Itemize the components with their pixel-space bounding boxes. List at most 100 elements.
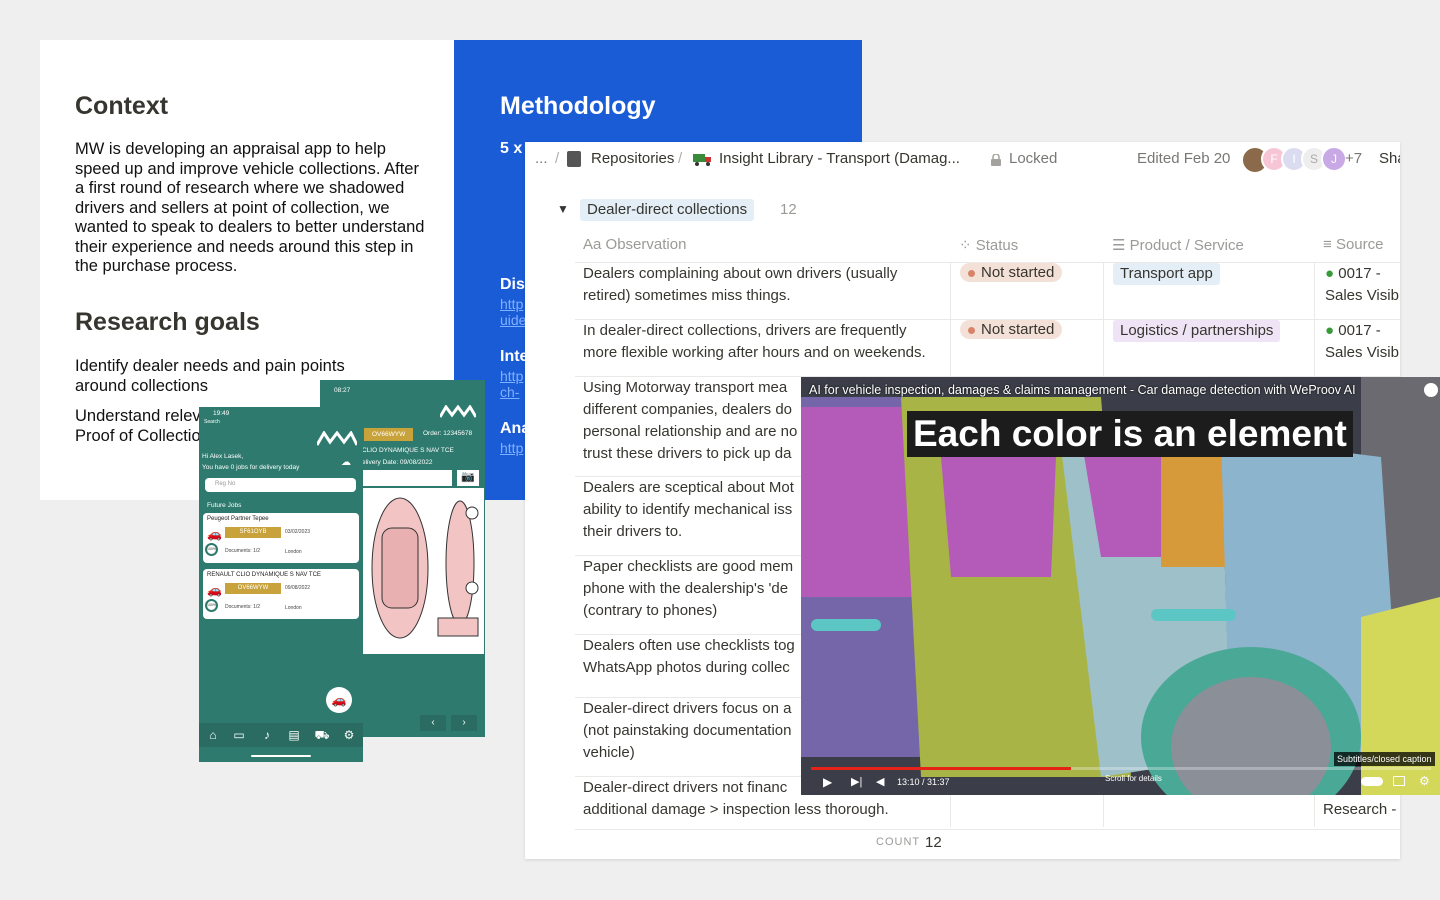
multiselect-property-icon: ☰ [1112,237,1126,254]
cloud-icon[interactable]: ☁ [341,457,351,468]
job-docs: Documents: 1/2 [225,548,261,554]
status-time: 19:49 [213,410,230,417]
discussion-link-2[interactable]: uide [500,312,526,328]
prev-button[interactable]: ‹ [420,715,446,731]
globe-icon: ● [1325,322,1335,339]
reg-search-input[interactable]: Reg No [205,478,356,492]
column-status-label: Status [975,237,1019,254]
next-button[interactable]: › [451,715,477,731]
chat-icon[interactable]: ▤ [284,725,304,745]
order-number: Order: 12345678 [423,430,473,437]
jobs-message: You have 0 jobs for delivery today [202,464,300,471]
status-time: 08:27 [334,387,351,394]
status-text: Not started [981,321,1055,338]
camera-icon[interactable]: 📷 [457,470,479,486]
clock-icon[interactable] [1424,383,1438,397]
count-label: COUNT [876,836,921,848]
job-card[interactable]: RENAULT CLIO DYNAMIQUE S NAV TCE 🚗 OV66W… [203,569,359,619]
column-source-label: Source [1335,236,1384,253]
add-job-button[interactable]: 🚗 [326,687,352,713]
edited-label: Edited Feb 20 [1137,150,1231,167]
reg-plate: OV66WYW [364,428,414,441]
observation-line: additional damage > inspection less thor… [583,801,889,818]
scroll-hint[interactable]: Scroll for details [1105,774,1162,783]
column-product-label: Product / Service [1129,237,1244,254]
next-icon[interactable]: ▶| [851,775,862,788]
observation-line: In dealer-direct collections, drivers ar… [583,322,907,339]
column-status[interactable]: ⁘ Status [959,236,1018,254]
source-cell[interactable]: ● 0017 - Sales Visib [1325,263,1399,307]
job-card[interactable]: Peugeot Partner Tepee 🚗 SF61OYB 03/02/20… [203,513,359,563]
row-observation[interactable]: In dealer-direct collections, drivers ar… [583,320,943,364]
column-source[interactable]: ≡ Source [1323,236,1383,253]
back-search[interactable]: Search [204,419,220,425]
job-date: 03/02/2023 [285,529,311,535]
source-cell[interactable]: ● 0017 - Sales Visib [1325,320,1399,364]
collapse-toggle-icon[interactable]: ▼ [557,202,569,216]
column-observation[interactable]: Aa Observation [583,236,686,253]
product-tag[interactable]: Logistics / partnerships [1113,320,1281,342]
bell-icon[interactable]: ♪ [257,725,277,745]
relation-property-icon: ≡ [1323,236,1332,253]
video-title[interactable]: AI for vehicle inspection, damages & cla… [809,383,1356,397]
progress-ring: 100% [205,599,218,612]
group-count: 12 [780,201,797,218]
goals-title: Research goals [75,308,260,336]
status-dot-icon [968,326,975,334]
context-title: Context [75,92,169,120]
mw-logo-icon [438,404,478,419]
status-badge[interactable]: Not started [960,263,1063,282]
method-item: 5 x [500,140,523,157]
group-label[interactable]: Dealer-direct collections [580,199,755,221]
job-location: London [285,605,302,611]
breadcrumb-more[interactable]: ... [535,150,548,167]
locked-label[interactable]: Locked [1009,150,1057,167]
subtitles-tooltip: Subtitles/closed caption [1334,752,1435,766]
table-row[interactable]: In dealer-direct collections, drivers ar… [575,319,1400,376]
job-title: RENAULT CLIO DYNAMIQUE S NAV TCE [207,572,321,578]
context-body: MW is developing an appraisal app to hel… [75,140,425,275]
mw-logo-icon [315,430,359,447]
garage-icon[interactable]: ⛟ [312,725,332,745]
home-indicator [251,755,311,757]
interview-link-2[interactable]: ch- [500,384,519,400]
autoplay-toggle[interactable] [1361,777,1383,786]
status-text: Not started [981,264,1055,281]
job-title: Peugeot Partner Tepee [207,516,269,522]
play-icon[interactable]: ▶ [823,775,832,789]
breadcrumb-repositories[interactable]: Repositories [591,150,674,167]
column-product[interactable]: ☰ Product / Service [1112,236,1244,254]
interview-link[interactable]: http [500,368,523,384]
methodology-title: Methodology [500,92,656,120]
breadcrumb-insight-library[interactable]: Insight Library - Transport (Damag... [719,150,960,167]
discussion-link[interactable]: http [500,296,523,312]
breadcrumb-sep-2: / [678,150,683,167]
video-time: 13:10 / 31:37 [897,777,950,787]
product-tag[interactable]: Transport app [1113,263,1220,285]
damage-diagram[interactable] [360,488,484,654]
volume-icon[interactable]: ◀ [876,775,884,788]
settings-icon[interactable]: ⚙ [339,725,359,745]
discussion-label: Dis [500,276,525,293]
home-icon[interactable]: ⌂ [203,725,223,745]
status-badge[interactable]: Not started [960,320,1063,339]
progress-ring: 100% [205,543,218,556]
row-observation[interactable]: Dealers complaining about own drivers (u… [583,263,943,307]
notes-field[interactable] [360,470,452,486]
settings-icon[interactable]: ⚙ [1419,774,1430,788]
avatar-more[interactable]: +7 [1345,150,1362,167]
subtitles-icon[interactable] [1393,776,1405,786]
bottom-nav: ⌂ ▭ ♪ ▤ ⛟ ⚙ [199,723,363,747]
progress-track[interactable] [811,767,1431,770]
analysis-link[interactable]: http [500,440,523,456]
reg-placeholder: Reg No [215,481,236,487]
avatar[interactable]: J [1321,146,1347,172]
money-icon[interactable]: ▭ [229,725,249,745]
job-docs: Documents: 1/2 [225,604,261,610]
car-icon: 🚗 [207,527,222,541]
share-button[interactable]: Sha [1379,150,1400,167]
video-player[interactable]: AI for vehicle inspection, damages & cla… [801,377,1440,795]
source-cell[interactable]: Research - [1323,799,1396,821]
source-line: 0017 - [1338,265,1381,282]
table-row[interactable]: Dealers complaining about own drivers (u… [575,262,1400,319]
